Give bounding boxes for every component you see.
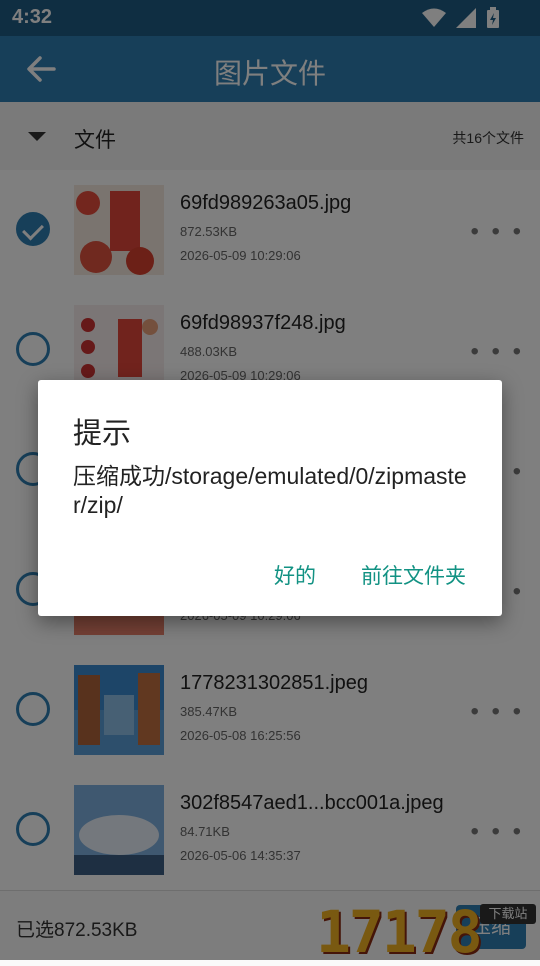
dialog-message: 压缩成功/storage/emulated/0/zipmaster/zip/ bbox=[73, 463, 467, 518]
ok-button[interactable]: 好的 bbox=[274, 560, 316, 590]
alert-dialog: 提示 压缩成功/storage/emulated/0/zipmaster/zip… bbox=[38, 380, 502, 616]
open-folder-button[interactable]: 前往文件夹 bbox=[361, 560, 466, 590]
dialog-title: 提示 bbox=[73, 418, 132, 450]
